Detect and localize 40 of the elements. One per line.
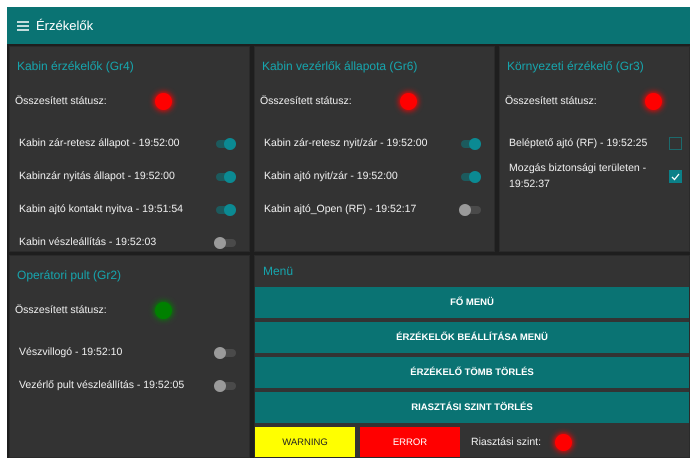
toggle-switch[interactable] [214,138,236,150]
toggle-switch[interactable] [214,236,236,248]
toggle-switch[interactable] [214,204,236,216]
sensor-label: Kabinzár nyitás állapot - 19:52:00 [19,168,175,184]
status-label: Összesített státusz: [505,95,598,107]
sensor-label: Mozgás biztonsági területen - 19:52:37 [509,161,648,192]
toggle-switch[interactable] [214,346,236,358]
alarm-level-label: Riasztási szint: [471,436,542,448]
panel-title: Kabin vezérlők állapota (Gr6) [261,58,418,75]
toggle-switch[interactable] [459,138,481,150]
toggle-switch[interactable] [459,204,481,216]
panel-title: Menü [262,263,294,280]
sensor-label: Kabin zár-retesz nyit/zár - 19:52:00 [264,136,428,151]
sensor-label: Kabin vészleállítás - 19:52:03 [19,234,156,250]
sensor-label: Kabin ajtó nyit/zár - 19:52:00 [264,168,398,184]
sensor-label: Kabin ajtó_Open (RF) - 19:52:17 [264,202,416,217]
toggle-switch[interactable] [459,170,481,182]
checkbox[interactable] [669,137,682,150]
menu-button[interactable]: FŐ MENÜ [255,287,689,318]
status-label: Összesített státusz: [260,95,353,107]
sensor-label: Kabin zár-retesz állapot - 19:52:00 [19,136,180,151]
sensor-label: Vezérlő pult vészleállítás - 19:52:05 [19,378,184,393]
menu-button[interactable]: RIASZTÁSI SZINT TÖRLÉS [255,392,689,423]
checkbox[interactable] [669,170,682,183]
panel-title: Környezeti érzékelő (Gr3) [506,58,645,75]
sensor-label: Kabin ajtó kontakt nyitva - 19:51:54 [19,202,184,217]
alert-button[interactable]: ERROR [360,427,460,457]
sensor-label: Beléptető ajtó (RF) - 19:52:25 [509,136,648,151]
alert-button[interactable]: WARNING [255,427,355,457]
page-title: Érzékelők [36,18,94,33]
menu-button[interactable]: ÉRZÉKELŐ TÖMB TÖRLÉS [255,357,689,388]
status-label: Összesített státusz: [15,304,108,316]
toggle-switch[interactable] [214,170,236,182]
menu-button[interactable]: ÉRZÉKELŐK BEÁLLÍTÁSA MENÜ [255,322,689,353]
panel-title: Operátori pult (Gr2) [16,267,122,284]
sensor-label: Vészvillogó - 19:52:10 [19,344,122,360]
toggle-switch[interactable] [214,380,236,392]
menu-icon[interactable] [17,20,29,30]
panel-title: Kabin érzékelők (Gr4) [16,58,135,75]
status-label: Összesített státusz: [15,95,108,107]
